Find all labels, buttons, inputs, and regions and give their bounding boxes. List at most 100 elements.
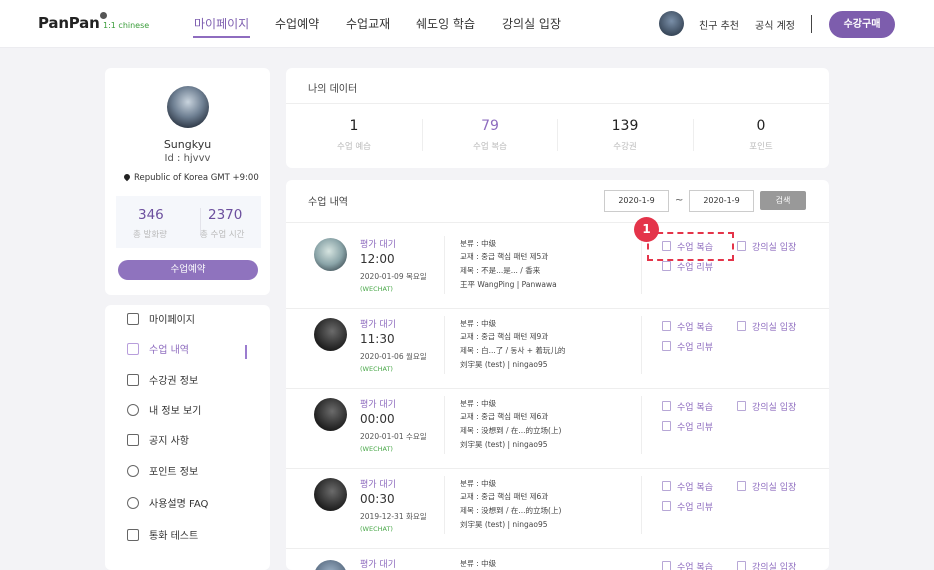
class-teacher: 王平 WangPing | Panwawa <box>460 280 557 289</box>
feedback-button[interactable]: 수업 리뷰 <box>662 260 713 273</box>
nav-booking[interactable]: 수업예약 <box>275 15 319 32</box>
feedback-button[interactable]: 수업 리뷰 <box>662 500 713 513</box>
row-divider <box>641 316 642 374</box>
class-date: 2020-01-06 월요일 <box>360 352 427 361</box>
menu-item-mypage[interactable]: 마이페이지 <box>127 313 195 329</box>
review-count-label: 수업 복습 <box>473 142 507 152</box>
profile-card: Sungkyu Id : hjvvv Republic of Korea GMT… <box>105 68 270 295</box>
class-teacher: 刘宇昊 (test) | ningao95 <box>460 520 548 529</box>
menu-item-call-test[interactable]: 통화 테스트 <box>127 529 198 545</box>
review-icon <box>662 401 671 411</box>
nav-textbook[interactable]: 수업교재 <box>346 15 390 32</box>
feedback-icon <box>662 501 671 511</box>
row-divider <box>444 396 445 454</box>
enter-classroom-button[interactable]: 강의실 입장 <box>737 240 796 253</box>
logo-subtitle: 1:1 chinese <box>103 21 150 30</box>
classroom-icon <box>737 481 746 491</box>
teacher-avatar <box>314 238 347 271</box>
nav-enter-classroom[interactable]: 강의실 입장 <box>502 15 561 32</box>
help-icon <box>127 497 139 509</box>
prep-count-value: 1 <box>349 118 359 134</box>
header-divider <box>811 15 812 33</box>
summary-title: 나의 데이터 <box>308 84 358 95</box>
review-count-value: 79 <box>481 118 499 134</box>
row-divider <box>444 476 445 534</box>
enter-classroom-button[interactable]: 강의실 입장 <box>737 560 796 570</box>
menu-item-faq[interactable]: 사용설명 FAQ <box>127 497 208 513</box>
menu-item-points[interactable]: 포인트 정보 <box>127 465 198 481</box>
nav-active-underline <box>193 36 250 38</box>
official-account-link[interactable]: 공식 계정 <box>755 17 795 32</box>
ticket-count-value: 139 <box>611 118 639 134</box>
menu-item-ticket-info[interactable]: 수강권 정보 <box>127 374 198 390</box>
menu-item-notice[interactable]: 공지 사항 <box>127 434 189 450</box>
logo[interactable]: PanPan <box>38 14 100 32</box>
user-avatar[interactable] <box>659 11 684 36</box>
date-to-input[interactable]: 2020-1-9 <box>689 190 754 212</box>
point-count-value: 0 <box>756 118 766 134</box>
class-category: 분류 : 中级 <box>460 399 497 408</box>
status-text: 평가 대기 <box>360 560 396 570</box>
enter-label: 강의실 입장 <box>752 483 797 493</box>
feedback-label: 수업 리뷰 <box>677 503 713 513</box>
menu-item-my-info[interactable]: 내 정보 보기 <box>127 404 201 420</box>
teacher-avatar <box>314 398 347 431</box>
review-label: 수업 복습 <box>677 323 713 333</box>
class-category: 분류 : 中级 <box>460 479 497 488</box>
menu-label: 포인트 정보 <box>149 467 199 478</box>
review-button[interactable]: 수업 복습 <box>662 400 713 413</box>
enter-classroom-button[interactable]: 강의실 입장 <box>737 480 796 493</box>
speech-count-value: 346 <box>138 207 164 223</box>
row-divider <box>641 476 642 534</box>
date-from-input[interactable]: 2020-1-9 <box>604 190 669 212</box>
class-topic: 제목 : 没想到 / 在...的立场(上) <box>460 426 562 435</box>
menu-label: 내 정보 보기 <box>149 406 202 417</box>
menu-label: 수강권 정보 <box>149 376 199 387</box>
menu-label: 수업 내역 <box>149 345 189 356</box>
platform-badge: (WECHAT) <box>360 365 393 373</box>
step-badge: 1 <box>634 217 659 242</box>
document-icon <box>127 529 139 541</box>
home-icon <box>127 313 139 325</box>
buy-course-button[interactable]: 수강구매 <box>829 11 895 38</box>
active-menu-marker <box>245 345 247 359</box>
review-button[interactable]: 수업 복습 <box>662 560 713 570</box>
class-time-label: 총 수업 시간 <box>200 230 245 240</box>
feedback-button[interactable]: 수업 리뷰 <box>662 340 713 353</box>
enter-classroom-button[interactable]: 강의실 입장 <box>737 320 796 333</box>
class-time: 00:30 <box>360 492 395 506</box>
nav-shadowing[interactable]: 쉐도잉 학습 <box>416 15 475 32</box>
profile-stats: 346 총 발화량 2370 총 수업 시간 <box>116 196 261 248</box>
teacher-avatar <box>314 560 347 570</box>
profile-avatar <box>167 86 209 128</box>
menu-item-class-history[interactable]: 수업 내역 <box>127 343 189 359</box>
class-teacher: 刘宇昊 (test) | ningao95 <box>460 440 548 449</box>
history-divider <box>286 222 829 223</box>
search-button[interactable]: 검색 <box>760 191 806 210</box>
review-button[interactable]: 수업 복습 <box>662 320 713 333</box>
review-button[interactable]: 수업 복습 <box>662 480 713 493</box>
feedback-button[interactable]: 수업 리뷰 <box>662 420 713 433</box>
row-divider <box>444 236 445 294</box>
class-time: 11:30 <box>360 332 395 346</box>
class-category: 분류 : 中级 <box>460 239 497 248</box>
review-icon <box>662 481 671 491</box>
nav-mypage[interactable]: 마이페이지 <box>194 15 249 32</box>
top-header: PanPan 1:1 chinese 마이페이지 수업예약 수업교재 쉐도잉 학… <box>0 0 934 48</box>
enter-classroom-button[interactable]: 강의실 입장 <box>737 400 796 413</box>
location-text: Republic of Korea GMT +9:00 <box>134 173 259 183</box>
book-class-button[interactable]: 수업예약 <box>118 260 258 280</box>
menu-label: 마이페이지 <box>149 315 195 326</box>
date-range-separator: ~ <box>675 195 684 206</box>
panda-icon <box>100 12 107 19</box>
platform-badge: (WECHAT) <box>360 525 393 533</box>
class-category: 분류 : 中级 <box>460 559 497 568</box>
refer-friend-link[interactable]: 친구 추천 <box>699 17 739 32</box>
review-label: 수업 복습 <box>677 403 713 413</box>
class-date: 2019-12-31 화요일 <box>360 512 427 521</box>
row-divider <box>641 396 642 454</box>
review-button-highlight <box>647 232 734 261</box>
class-row: 평가 대기 00:30 2019-12-31 화요일 (WECHAT) 분류 :… <box>286 468 829 548</box>
row-divider <box>444 316 445 374</box>
status-text: 평가 대기 <box>360 480 396 490</box>
